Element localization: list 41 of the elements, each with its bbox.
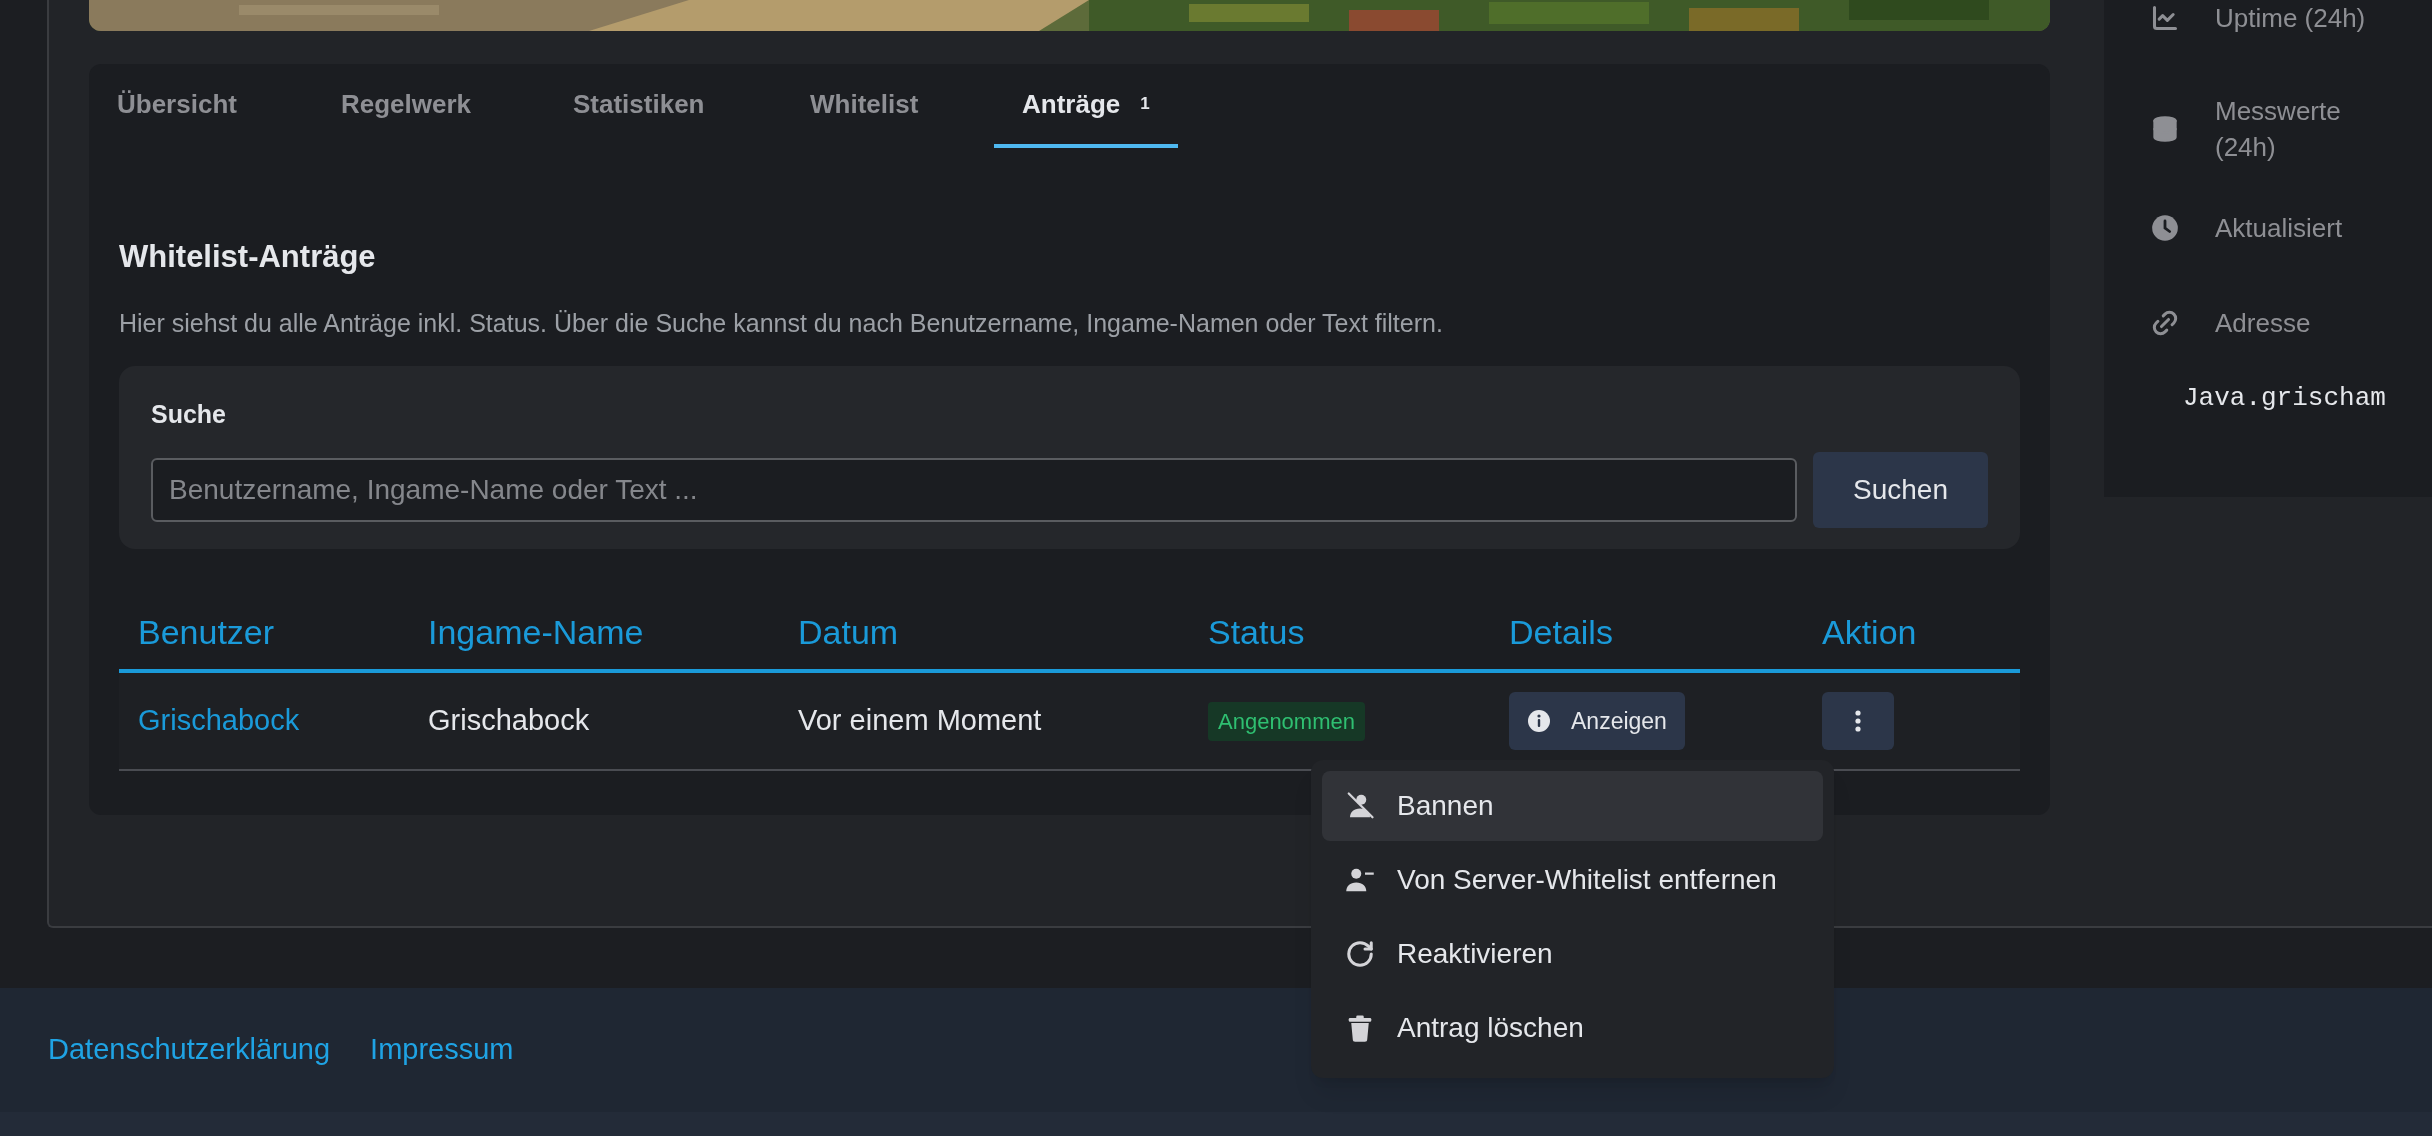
search-field[interactable]: Benutzername, Ingame-Name oder Text ... (151, 457, 1797, 522)
tab[interactable]: Regelwerk (313, 64, 545, 148)
section-title: Whitelist-Anträge (119, 238, 377, 276)
chart-icon (2151, 4, 2179, 32)
table-cell: Grischabock (428, 704, 590, 737)
info-label: Adresse (2215, 307, 2312, 340)
tab[interactable]: Anträge 1 (994, 64, 1178, 148)
column-header: Ingame-Name (428, 612, 644, 653)
details-button[interactable]: Anzeigen (1509, 692, 1685, 750)
menu-item[interactable]: Von Server-Whitelist entfernen (1322, 845, 1823, 915)
server-address: Java.grischam (2183, 382, 2387, 415)
section-description: Hier siehst du alle Anträge inkl. Status. Über die Suche kannst du nach Benutzername, Ingame-Namen oder Text filtern. (119, 307, 1444, 339)
column-header: Benutzer (138, 612, 275, 653)
refresh-icon (1345, 939, 1375, 969)
more-icon (1855, 710, 1861, 732)
footer-link[interactable]: Impressum (370, 1028, 514, 1072)
search-label: Suche (151, 399, 228, 430)
menu-item[interactable]: Antrag löschen (1322, 993, 1823, 1063)
table-cell: Vor einem Moment (798, 704, 1042, 737)
footer-link[interactable]: Datenschutzerklärung (48, 1028, 331, 1072)
tab[interactable]: Übersicht (89, 64, 313, 148)
tab-count: 1 (1140, 93, 1150, 116)
search-button[interactable]: Suchen (1813, 451, 1988, 528)
column-header: Details (1509, 612, 1613, 653)
more-button[interactable] (1822, 692, 1894, 750)
status-badge: Angenommen (1208, 701, 1365, 741)
info-label: Uptime (24h) (2215, 2, 2366, 35)
info-label: Aktualisiert (2215, 212, 2344, 245)
user-slash-icon (1345, 791, 1375, 821)
column-header: Datum (798, 612, 899, 653)
database-icon (2151, 115, 2179, 143)
column-header: Aktion (1822, 612, 1917, 653)
tab[interactable]: Whitelist (782, 64, 994, 148)
tab[interactable]: Statistiken (545, 64, 782, 148)
user-link[interactable]: Grischabock (138, 704, 300, 737)
info-label: Messwerte (24h) (2215, 95, 2342, 164)
column-header: Status (1208, 612, 1305, 653)
info-icon (1527, 709, 1551, 733)
clock-icon (2151, 214, 2179, 242)
menu-item[interactable]: Reaktivieren (1322, 919, 1823, 989)
menu-item[interactable]: Bannen (1322, 771, 1823, 841)
